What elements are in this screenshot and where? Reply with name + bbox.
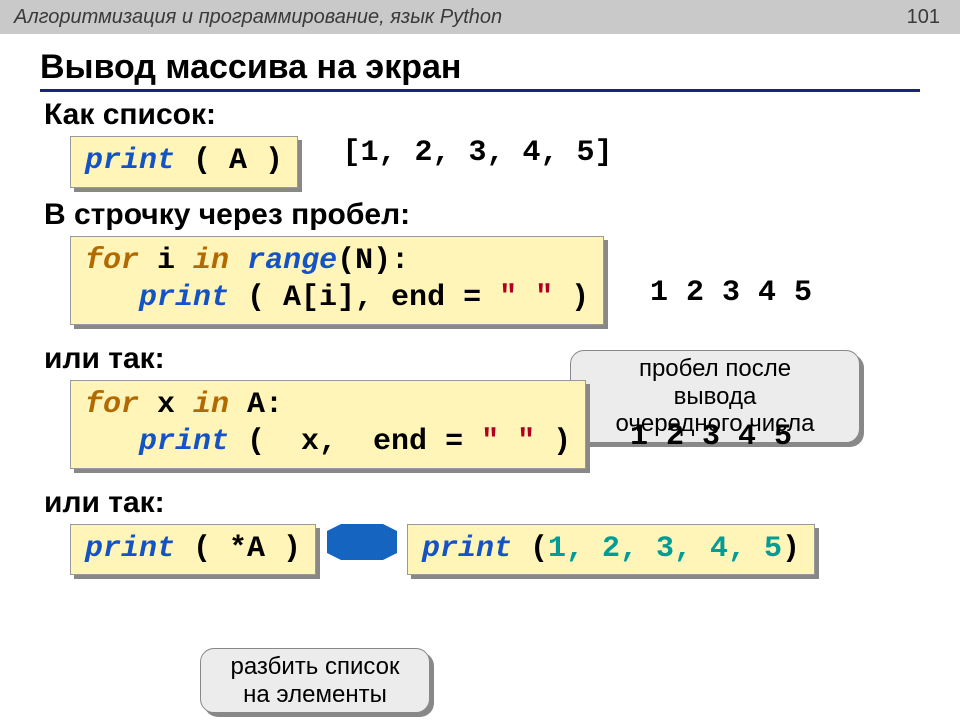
slide-content: Вывод массива на экран Как список: print… — [0, 34, 960, 575]
code-print-expanded: print (1, 2, 3, 4, 5) — [407, 524, 815, 576]
kw-print: print — [422, 532, 512, 566]
code-text: A: — [229, 388, 283, 422]
code-text: ( A ) — [175, 144, 283, 178]
code-text: ( — [512, 532, 548, 566]
code-text: (N): — [337, 244, 409, 278]
label-or-so-2: или так: — [44, 486, 920, 520]
code-for-in-a: for x in A: print ( x, end = " " ) — [70, 380, 586, 469]
kw-in: in — [193, 244, 229, 278]
course-title: Алгоритмизация и программирование, язык … — [14, 6, 502, 29]
indent — [85, 425, 139, 459]
code-text: ( A[i], end = — [229, 281, 499, 315]
code-text: ) — [782, 532, 800, 566]
code-text: ( x, end = — [229, 425, 481, 459]
code-text: ) — [553, 281, 589, 315]
output-spaces-2: 1 2 3 4 5 — [630, 420, 792, 454]
header-bar: Алгоритмизация и программирование, язык … — [0, 0, 960, 34]
kw-in: in — [193, 388, 229, 422]
code-text: i — [139, 244, 193, 278]
output-list: [1, 2, 3, 4, 5] — [343, 136, 613, 170]
callout-split-list: разбить список на элементы — [200, 648, 430, 713]
indent — [85, 281, 139, 315]
code-print-star: print ( *A ) — [70, 524, 316, 576]
string-literal: " " — [481, 425, 535, 459]
numbers: 1, 2, 3, 4, 5 — [548, 532, 782, 566]
kw-print: print — [139, 281, 229, 315]
label-inline-space: В строчку через пробел: — [44, 198, 920, 232]
label-as-list: Как список: — [44, 98, 920, 132]
page-number: 101 — [907, 6, 940, 29]
output-spaces: 1 2 3 4 5 — [650, 276, 812, 310]
kw-print: print — [139, 425, 229, 459]
kw-print: print — [85, 532, 175, 566]
string-literal: " " — [499, 281, 553, 315]
section-title: Вывод массива на экран — [40, 48, 920, 92]
code-text: ) — [535, 425, 571, 459]
kw-for: for — [85, 244, 139, 278]
double-arrow-icon — [327, 524, 397, 560]
kw-range: range — [247, 244, 337, 278]
code-text: x — [139, 388, 193, 422]
code-text — [229, 244, 247, 278]
code-print-a: print ( A ) — [70, 136, 298, 188]
kw-print: print — [85, 144, 175, 178]
kw-for: for — [85, 388, 139, 422]
code-text: ( *A ) — [175, 532, 301, 566]
code-for-range: for i in range(N): print ( A[i], end = "… — [70, 236, 604, 325]
